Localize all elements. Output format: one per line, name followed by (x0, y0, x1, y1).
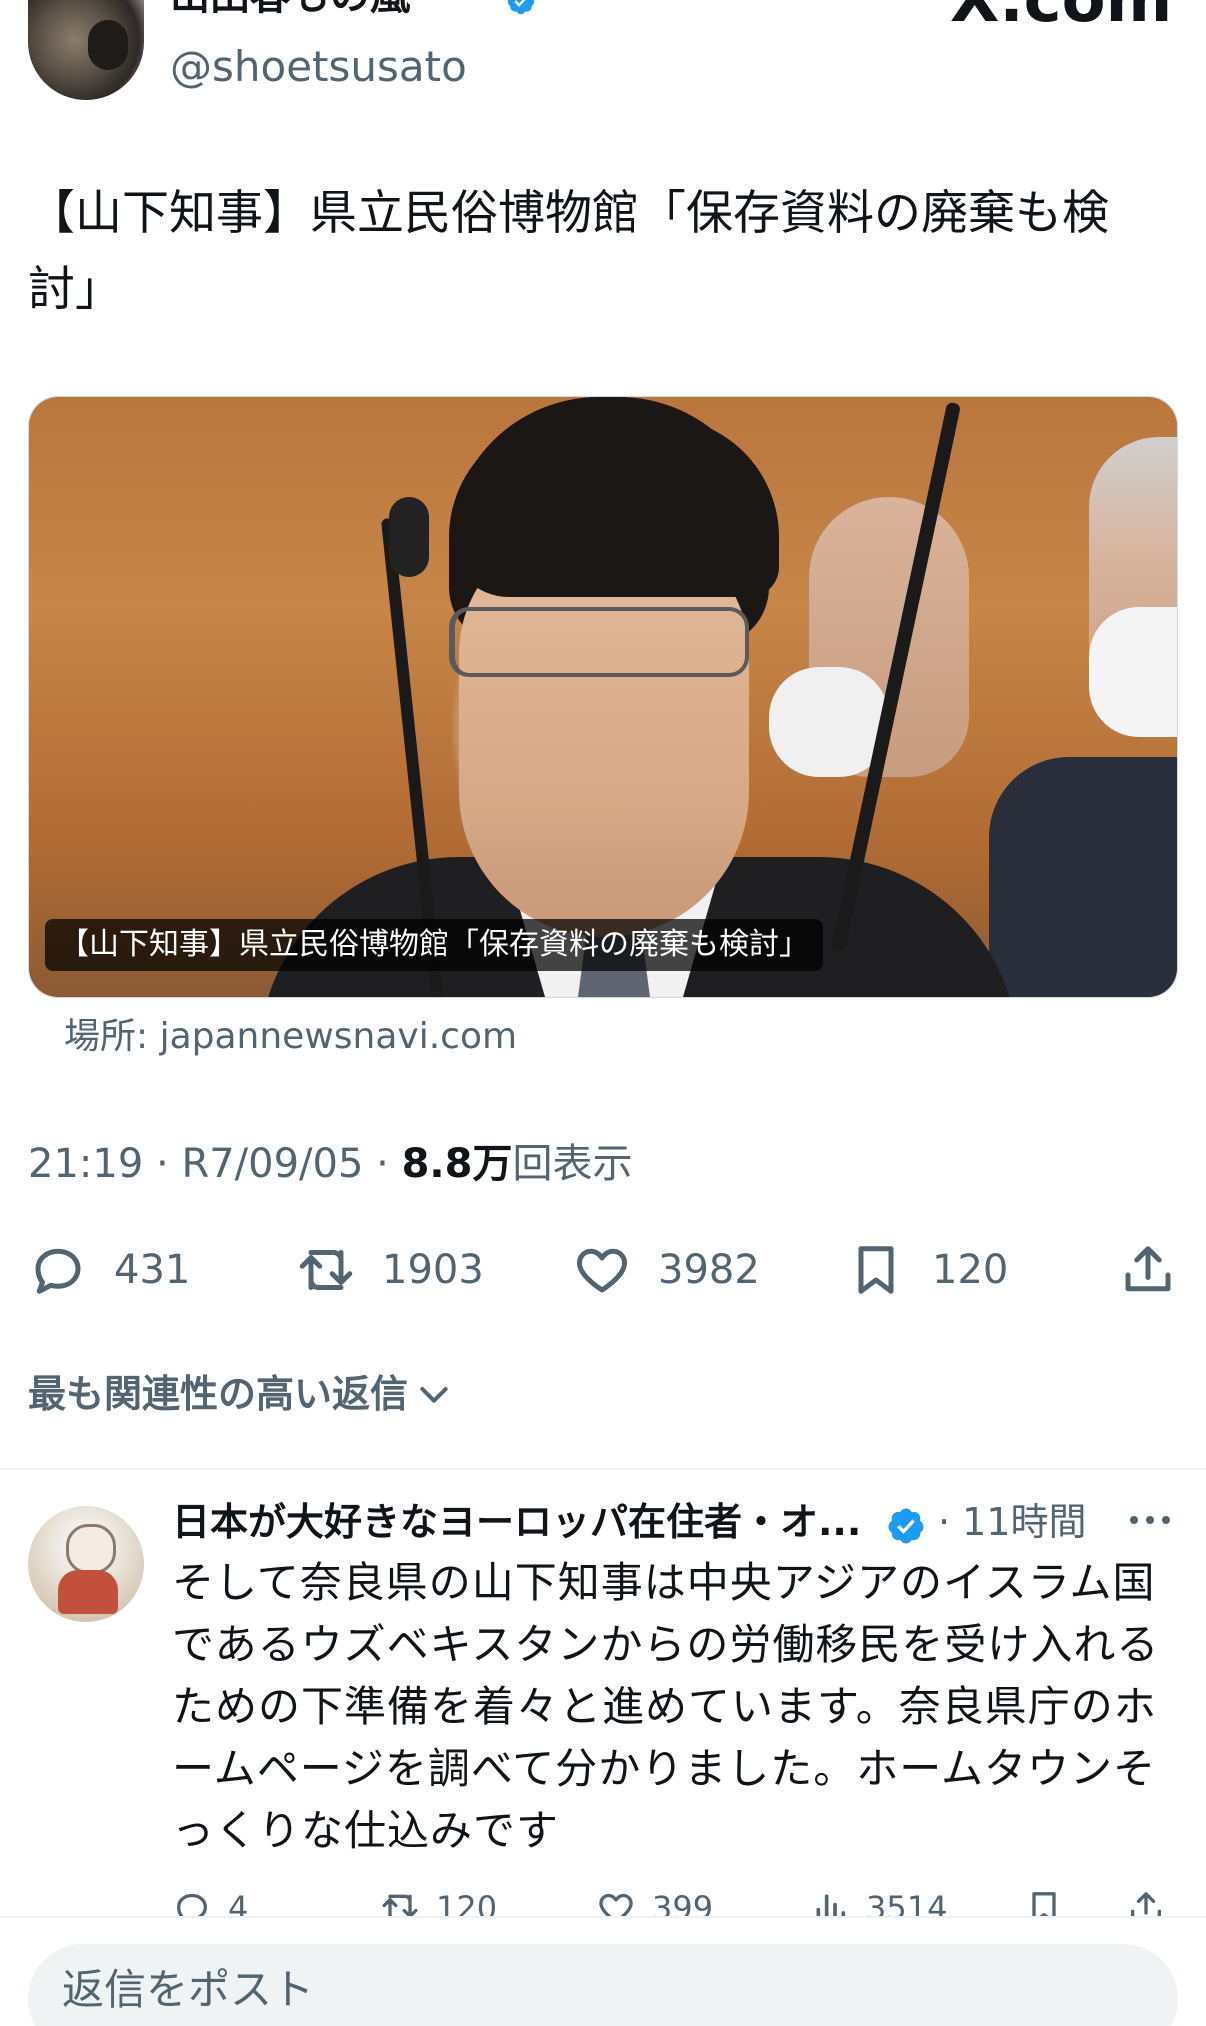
reply-icon (35, 1248, 81, 1294)
reply-text: そして奈良県の山下知事は中央アジアのイスラム国であるウズベキスタンからの労働移民… (172, 1558, 1160, 1855)
heart-icon (577, 1248, 627, 1293)
views-count: 8.8万 (401, 1141, 513, 1187)
author-handle[interactable]: @shoetsusato (170, 42, 467, 92)
share-button[interactable] (1118, 1230, 1178, 1310)
reply-compose-bar: 返信をポスト (0, 1916, 1206, 2026)
reply-author-name[interactable]: 日本が大好きなヨーロッパ在住者・オ... (172, 1494, 861, 1550)
tweet-date[interactable]: R7/09/05 (181, 1141, 363, 1187)
background-mask-right (1089, 607, 1177, 737)
verified-badge-icon (507, 0, 535, 15)
verified-badge-icon (888, 1508, 924, 1544)
reply-sort-label: 最も関連性の高い返信 (28, 1372, 409, 1416)
bookmark-button[interactable]: 120 (846, 1230, 1008, 1310)
author-display-name[interactable]: 山田春もの嵐 (170, 0, 410, 16)
reply-tweet[interactable]: 日本が大好きなヨーロッパ在住者・オ... · 11時間 そして奈良県の山下知事は… (0, 1490, 1206, 1927)
reply-author-avatar[interactable] (28, 1506, 144, 1622)
link-source[interactable]: 場所: japannewsnavi.com (64, 1012, 517, 1062)
tweet-action-bar: 431 1903 3982 120 (0, 1230, 1206, 1310)
meta-separator: · (363, 1141, 402, 1187)
tweet-meta: 21:19 · R7/09/05 · 8.8万回表示 (28, 1136, 632, 1192)
repost-icon (299, 1250, 353, 1290)
microphone-head (389, 497, 429, 577)
reply-sort-selector[interactable]: 最も関連性の高い返信 (28, 1364, 454, 1424)
reply-timestamp[interactable]: · 11時間 (938, 1494, 1087, 1550)
reply-button[interactable]: 431 (28, 1230, 190, 1310)
preview-photo (29, 397, 1177, 997)
background-suit (989, 757, 1177, 997)
bookmark-count: 120 (932, 1247, 1009, 1293)
x-logo: X.com (950, 0, 1173, 37)
glasses (449, 607, 749, 677)
tweet-text: 【山下知事】県立民俗博物館「保存資料の廃棄も検討」 (28, 186, 1109, 317)
like-button[interactable]: 3982 (572, 1230, 760, 1310)
views-label: 回表示 (512, 1141, 633, 1187)
compose-placeholder: 返信をポスト (62, 1965, 315, 2014)
preview-caption: 【山下知事】県立民俗博物館「保存資料の廃棄も検討」 (45, 919, 823, 971)
chevron-down-icon (420, 1387, 448, 1403)
reply-compose-input[interactable]: 返信をポスト (28, 1944, 1178, 2026)
divider (0, 1468, 1206, 1470)
bookmark-icon (858, 1246, 894, 1294)
like-count: 3982 (658, 1247, 760, 1293)
tweet-header: 山田春もの嵐 @shoetsusato X.com (0, 0, 1206, 110)
link-preview-card[interactable]: 【山下知事】県立民俗博物館「保存資料の廃棄も検討」 (28, 396, 1178, 998)
reply-count: 431 (114, 1247, 191, 1293)
share-icon (1125, 1246, 1171, 1292)
more-options-icon[interactable] (1126, 1500, 1174, 1540)
repost-button[interactable]: 1903 (296, 1230, 484, 1310)
author-avatar[interactable] (28, 0, 144, 100)
repost-count: 1903 (382, 1247, 484, 1293)
tweet-time[interactable]: 21:19 (28, 1141, 143, 1187)
fringe (449, 417, 779, 597)
meta-separator: · (143, 1141, 182, 1187)
